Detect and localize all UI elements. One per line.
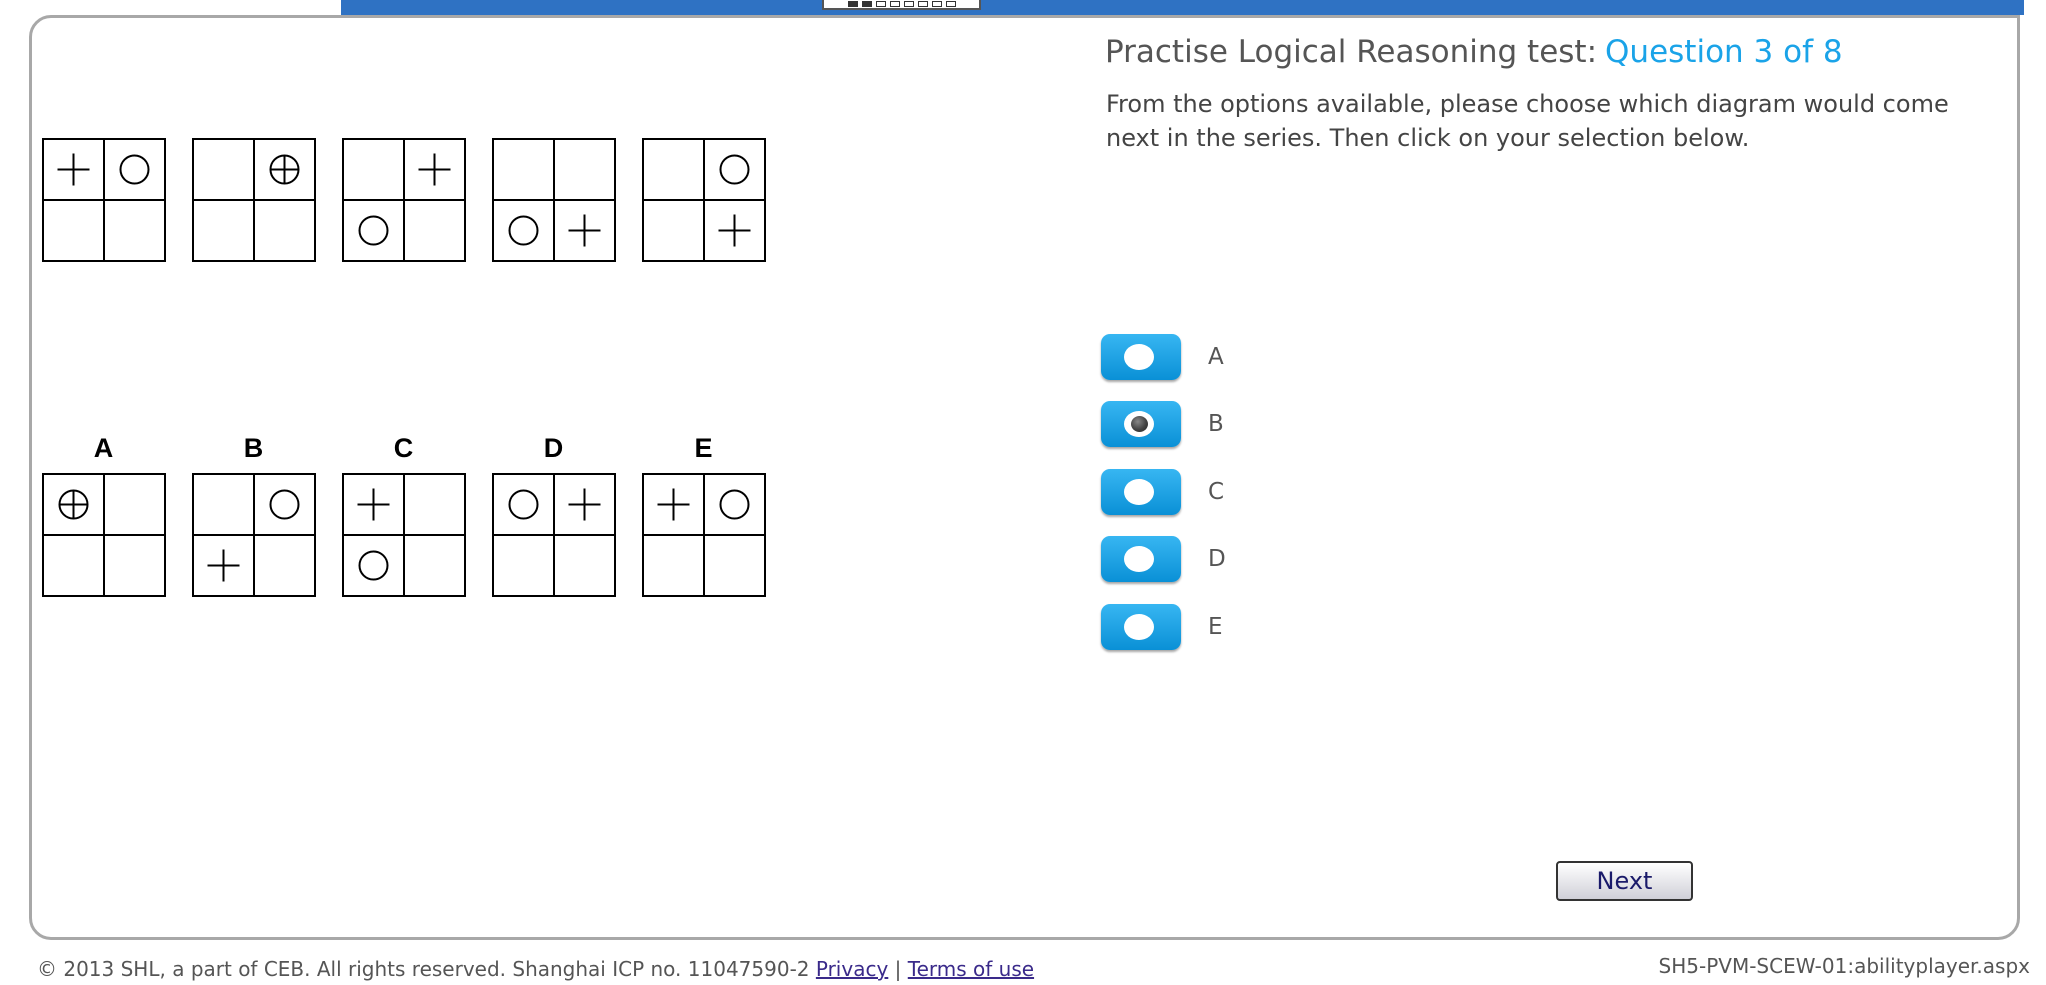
title-text: Practise Logical Reasoning test: — [1105, 34, 1598, 70]
answer-diagram-b — [192, 473, 316, 597]
progress-step — [945, 1, 956, 7]
radio-empty-icon — [1124, 614, 1154, 640]
option-row-c: C — [1101, 469, 1224, 515]
radio-selected-icon — [1124, 411, 1154, 437]
progress-step — [861, 1, 872, 7]
option-label: C — [1208, 479, 1225, 505]
footer-separator: | — [894, 957, 902, 981]
option-radio-c[interactable] — [1101, 469, 1181, 515]
question-counter: Question 3 of 8 — [1605, 34, 1843, 70]
progress-step — [889, 1, 900, 7]
option-radio-b[interactable] — [1101, 401, 1181, 447]
copyright-text: © 2013 SHL, a part of CEB. All rights re… — [37, 957, 810, 981]
progress-step — [917, 1, 928, 7]
option-radio-d[interactable] — [1101, 536, 1181, 582]
progress-indicator — [822, 0, 981, 10]
sequence-diagram — [42, 138, 166, 262]
option-row-e: E — [1101, 604, 1223, 650]
radio-empty-icon — [1124, 479, 1154, 505]
footer-copyright-line: © 2013 SHL, a part of CEB. All rights re… — [37, 957, 1034, 981]
progress-step — [931, 1, 942, 7]
option-radio-a[interactable] — [1101, 334, 1181, 380]
option-row-a: A — [1101, 334, 1224, 380]
answer-diagram-label: E — [694, 433, 713, 463]
answer-diagram-label: A — [93, 433, 114, 463]
sequence-diagram — [642, 138, 766, 262]
privacy-link[interactable]: Privacy — [816, 957, 888, 981]
terms-of-use-link[interactable]: Terms of use — [908, 957, 1034, 981]
sequence-diagram — [342, 138, 466, 262]
sequence-diagram — [492, 138, 616, 262]
instructions-text: From the options available, please choos… — [1106, 90, 1949, 152]
test-page: A B C D E Practise Logical Reasoning test: Qu… — [0, 0, 2046, 985]
progress-step — [847, 1, 858, 7]
answer-diagram-d — [492, 473, 616, 597]
page-title: Practise Logical Reasoning test: Question… — [1105, 34, 1843, 70]
page-id: SH5-PVM-SCEW-01:abilityplayer.aspx — [1658, 954, 2030, 978]
option-label: E — [1208, 614, 1223, 640]
next-button[interactable]: Next — [1556, 861, 1693, 901]
radio-empty-icon — [1124, 546, 1154, 572]
option-label: D — [1208, 546, 1226, 572]
answer-diagram-label: D — [543, 433, 564, 463]
option-row-d: D — [1101, 536, 1226, 582]
option-radio-e[interactable] — [1101, 604, 1181, 650]
option-label: B — [1208, 411, 1224, 437]
answer-diagram-e — [642, 473, 766, 597]
answer-diagram-label: B — [243, 433, 264, 463]
answer-diagram-a — [42, 473, 166, 597]
answer-diagram-c — [342, 473, 466, 597]
sequence-diagram — [192, 138, 316, 262]
top-bar — [341, 0, 2024, 15]
option-row-b: B — [1101, 401, 1224, 447]
answer-diagram-label: C — [393, 433, 414, 463]
option-label: A — [1208, 344, 1224, 370]
radio-empty-icon — [1124, 344, 1154, 370]
progress-step — [875, 1, 886, 7]
progress-step — [903, 1, 914, 7]
